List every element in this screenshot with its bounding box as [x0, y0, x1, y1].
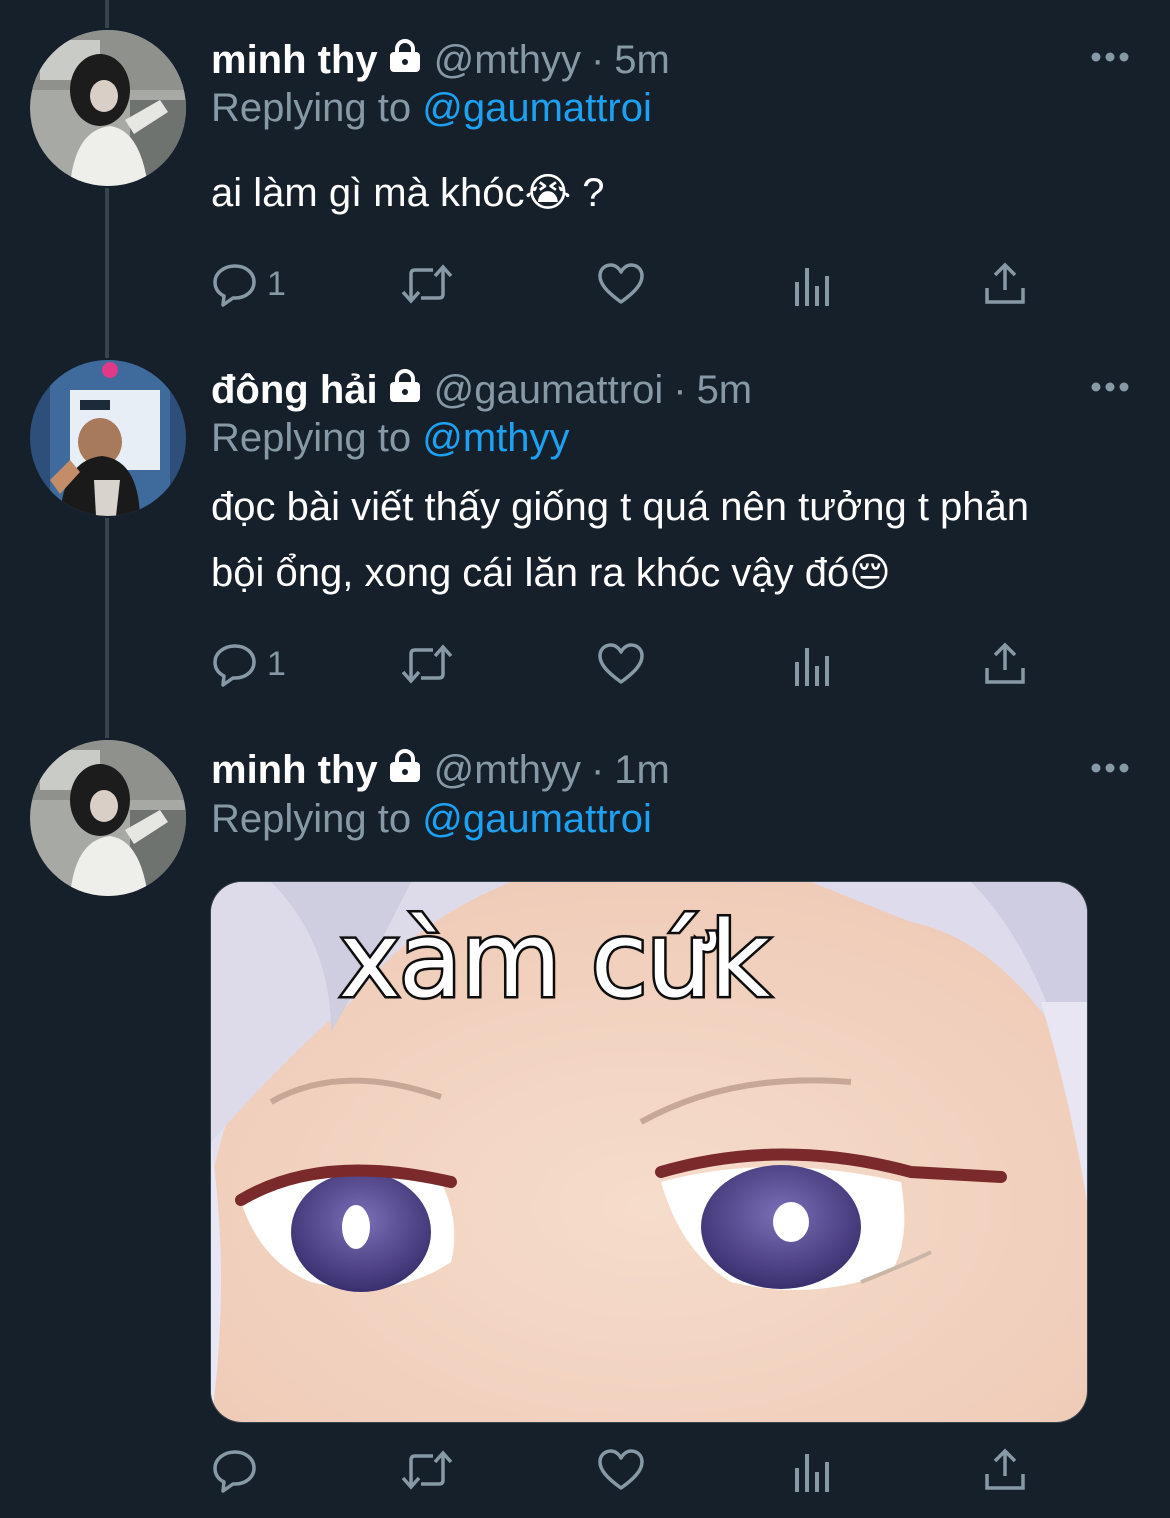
more-icon[interactable] — [1090, 761, 1130, 773]
replying-to-link[interactable]: @gaumattroi — [422, 797, 652, 841]
tweet-media-image[interactable]: xàm cứk — [210, 881, 1088, 1423]
avatar[interactable] — [30, 740, 186, 896]
retweet-icon — [399, 1446, 455, 1494]
action-bar — [211, 1446, 1041, 1496]
analytics-icon — [791, 1446, 835, 1494]
reply-button[interactable] — [211, 1446, 267, 1494]
tweet-header: minh thy @mthyy · 1m — [211, 746, 670, 794]
analytics-button[interactable] — [791, 1446, 835, 1494]
replying-to: Replying to @gaumattroi — [211, 795, 652, 843]
display-name[interactable]: minh thy — [211, 746, 378, 794]
tweet[interactable]: minh thy @mthyy · 1m Replying to @gaumat… — [0, 0, 1170, 1518]
timestamp[interactable]: 1m — [614, 746, 670, 794]
like-button[interactable] — [597, 1446, 645, 1494]
heart-icon — [597, 1446, 645, 1494]
share-button[interactable] — [981, 1446, 1029, 1494]
user-handle[interactable]: @mthyy — [434, 746, 581, 794]
reply-icon — [211, 1446, 259, 1494]
replying-prefix: Replying to — [211, 797, 423, 841]
lock-icon — [388, 746, 422, 794]
retweet-button[interactable] — [399, 1446, 455, 1494]
separator-dot: · — [590, 748, 605, 792]
share-icon — [981, 1446, 1029, 1494]
meme-caption: xàm cứk — [337, 898, 773, 1023]
